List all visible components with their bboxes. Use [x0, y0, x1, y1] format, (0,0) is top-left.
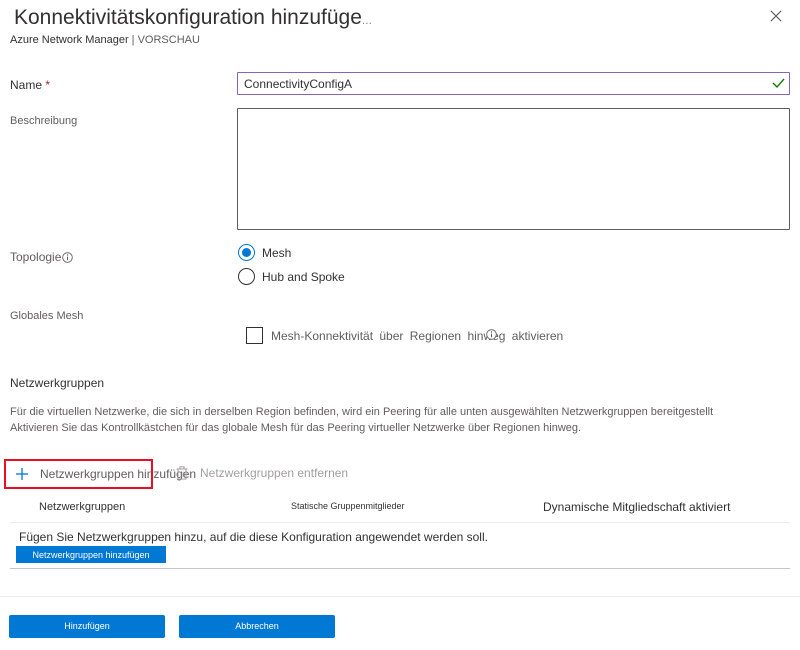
cancel-button[interactable]: Abbrechen — [179, 615, 335, 638]
app-name: Azure Network Manager — [10, 34, 129, 46]
radio-mesh-label: Mesh — [262, 246, 292, 260]
description-line-1: Für die virtuellen Netzwerke, die sich i… — [10, 406, 714, 418]
highlight-box — [4, 459, 153, 489]
footer-divider — [0, 596, 800, 597]
preview-badge: VORSCHAU — [137, 34, 200, 46]
info-icon[interactable] — [486, 329, 497, 340]
required-marker: * — [45, 78, 51, 92]
network-groups-description: Für die virtuellen Netzwerke, die sich i… — [10, 404, 713, 436]
remove-network-groups-label: Netzwerkgruppen entfernen — [200, 466, 349, 480]
empty-state-add-button[interactable]: Netzwerkgruppen hinzufügen — [16, 546, 166, 563]
column-header-network-groups: Netzwerkgruppen — [39, 501, 126, 513]
network-groups-heading: Netzwerkgruppen — [10, 376, 105, 390]
empty-state-message: Fügen Sie Netzwerkgruppen hinzu, auf die… — [19, 530, 488, 544]
title-overflow: ... — [361, 13, 372, 27]
radio-hub-and-spoke-label: Hub and Spoke — [262, 270, 345, 284]
global-mesh-label: Globales Mesh — [10, 310, 84, 322]
panel-title: Konnektivitätskonfiguration hinzufüge... — [14, 6, 372, 29]
remove-network-groups-button[interactable]: Netzwerkgruppen entfernen — [176, 466, 348, 480]
radio-mesh[interactable] — [238, 244, 255, 261]
table-header-divider — [10, 522, 790, 523]
description-line-2: Aktivieren Sie das Kontrollkästchen für … — [10, 422, 582, 434]
description-textarea[interactable] — [237, 108, 790, 230]
add-button[interactable]: Hinzufügen — [9, 615, 165, 638]
panel-subtitle: Azure Network Manager | VORSCHAU — [10, 34, 200, 46]
subtitle-separator: | — [131, 34, 135, 46]
global-mesh-checkbox[interactable] — [246, 327, 263, 344]
checkmark-icon — [772, 78, 785, 89]
info-icon[interactable] — [62, 251, 74, 263]
name-input[interactable] — [237, 72, 790, 95]
trash-icon — [176, 466, 188, 480]
description-label: Beschreibung — [10, 115, 78, 127]
global-mesh-checkbox-label: Mesh-Konnektivität über Regionen hinweg … — [271, 329, 564, 343]
name-label: Name * — [10, 78, 51, 92]
column-header-dynamic-membership: Dynamische Mitgliedschaft aktiviert — [543, 500, 731, 514]
topology-label: Topologie — [10, 250, 74, 264]
column-header-static-members: Statische Gruppenmitglieder — [291, 501, 405, 511]
close-button[interactable] — [768, 8, 784, 24]
table-bottom-divider — [10, 568, 790, 569]
close-icon — [770, 10, 782, 22]
radio-hub-and-spoke[interactable] — [238, 268, 255, 285]
